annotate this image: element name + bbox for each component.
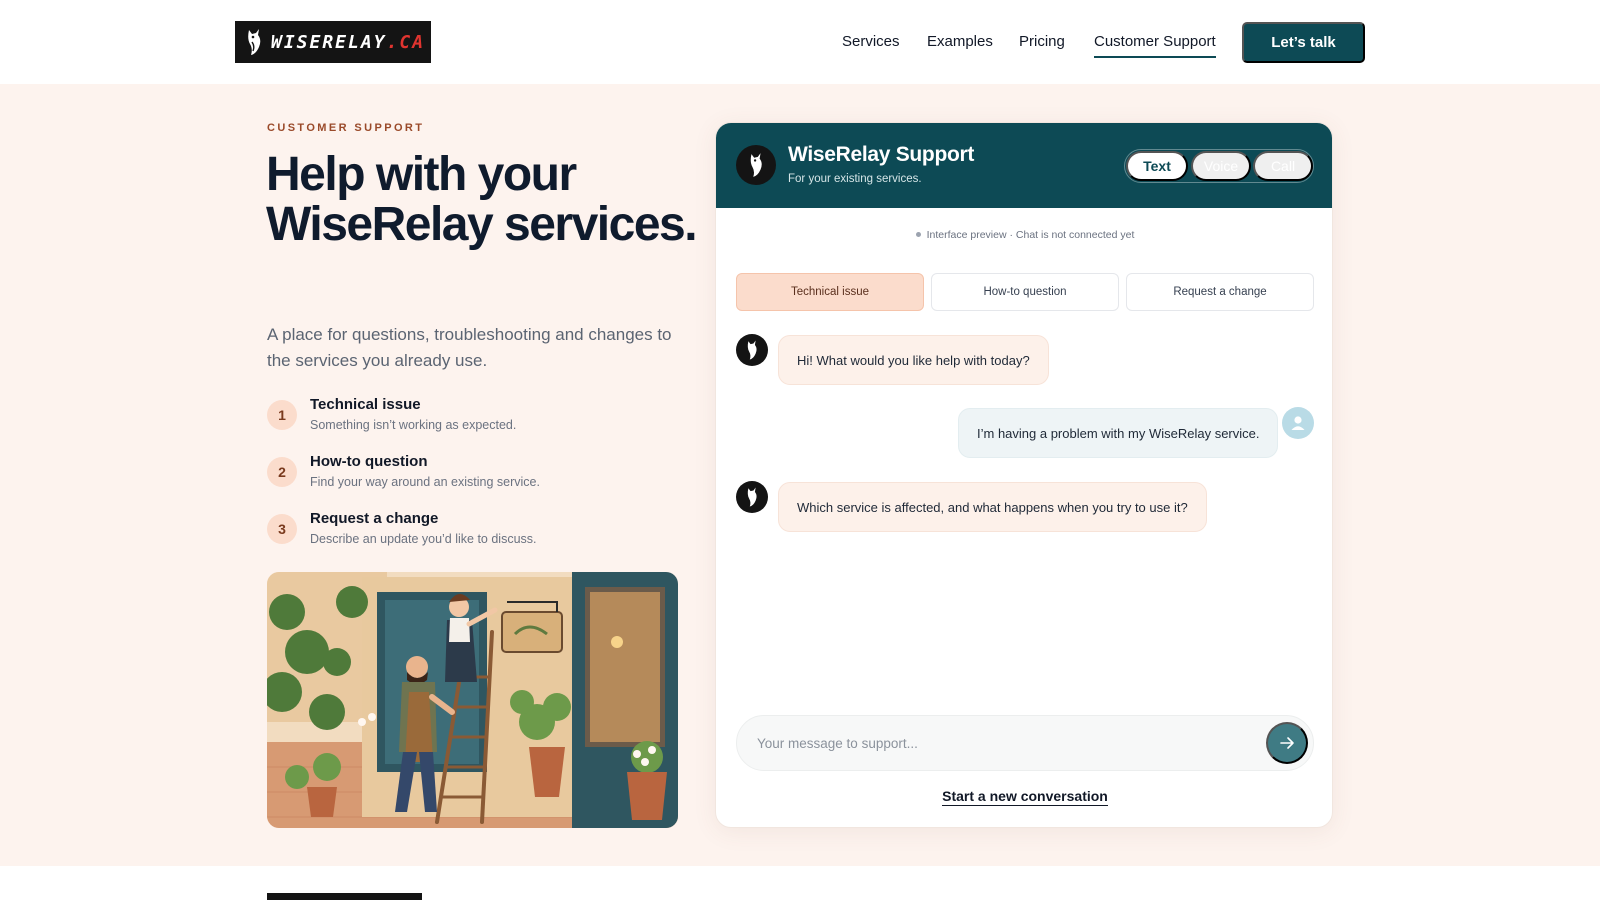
step-item: 1 Technical issue Something isn’t workin… xyxy=(267,396,687,446)
shopfront-illustration xyxy=(267,572,678,828)
topic-how-to-question[interactable]: How-to question xyxy=(931,273,1119,311)
hero-lead: A place for questions, troubleshooting a… xyxy=(267,325,672,370)
status-dot xyxy=(915,232,921,237)
step-item: 3 Request a change Describe an update yo… xyxy=(267,510,687,560)
mode-call-button[interactable]: Call xyxy=(1253,151,1313,181)
start-new-conversation-link[interactable]: Start a new conversation xyxy=(942,788,1108,806)
owl-logo-icon xyxy=(750,153,762,177)
step-number: 3 xyxy=(267,514,297,544)
step-item: 2 How-to question Find your way around a… xyxy=(267,453,687,503)
site-logo[interactable]: WISERELAY.CA xyxy=(235,21,431,63)
step-title: Technical issue xyxy=(310,396,421,413)
bot-message: Hi! What would you like help with today? xyxy=(778,335,1049,385)
message-input[interactable] xyxy=(757,716,1237,770)
step-description: Describe an update you’d like to discuss… xyxy=(310,532,537,546)
support-chat-panel: WiseRelay Support For your existing serv… xyxy=(715,122,1333,828)
send-button[interactable] xyxy=(1266,722,1308,764)
restart-wrapper: Start a new conversation xyxy=(716,788,1332,806)
chat-header: WiseRelay Support For your existing serv… xyxy=(716,123,1332,208)
section-eyebrow: CUSTOMER SUPPORT xyxy=(267,122,425,134)
chat-title: WiseRelay Support xyxy=(788,143,975,166)
support-avatar xyxy=(736,145,776,185)
user-icon xyxy=(1291,416,1305,430)
footer-logo xyxy=(267,893,422,900)
nav-examples[interactable]: Examples xyxy=(927,33,993,50)
step-title: Request a change xyxy=(310,510,439,527)
site-header: WISERELAY.CA Services Examples Pricing C… xyxy=(0,0,1600,84)
bot-message: Which service is affected, and what happ… xyxy=(778,482,1207,532)
arrow-right-icon xyxy=(1280,737,1294,749)
nav-services[interactable]: Services xyxy=(842,33,900,50)
user-avatar xyxy=(1282,407,1314,439)
mode-voice-button[interactable]: Voice xyxy=(1191,151,1251,181)
lets-talk-button[interactable]: Let’s talk xyxy=(1242,22,1365,63)
chat-mode-toggle: Text Voice Call xyxy=(1124,149,1314,183)
page-title: Help with your WiseRelay services. xyxy=(266,148,698,251)
nav-customer-support[interactable]: Customer Support xyxy=(1094,33,1216,58)
connection-status: Interface preview · Chat is not connecte… xyxy=(716,229,1332,241)
step-title: How-to question xyxy=(310,453,428,470)
owl-logo-icon xyxy=(747,487,757,507)
message-composer xyxy=(736,715,1314,771)
owl-logo-icon xyxy=(248,29,261,55)
step-number: 2 xyxy=(267,457,297,487)
owl-logo-icon xyxy=(747,340,757,360)
topic-request-change[interactable]: Request a change xyxy=(1126,273,1314,311)
step-description: Find your way around an existing service… xyxy=(310,475,540,489)
user-message: I’m having a problem with my WiseRelay s… xyxy=(958,408,1279,458)
mode-text-button[interactable]: Text xyxy=(1126,151,1188,181)
logo-wordmark: WISERELAY.CA xyxy=(271,31,426,53)
step-number: 1 xyxy=(267,400,297,430)
bot-avatar xyxy=(736,334,768,366)
bot-avatar xyxy=(736,481,768,513)
nav-pricing[interactable]: Pricing xyxy=(1019,33,1065,50)
step-description: Something isn’t working as expected. xyxy=(310,418,517,432)
chat-subtitle: For your existing services. xyxy=(788,173,922,185)
topic-technical-issue[interactable]: Technical issue xyxy=(736,273,924,311)
support-hero: CUSTOMER SUPPORT Help with your WiseRela… xyxy=(0,84,1600,866)
